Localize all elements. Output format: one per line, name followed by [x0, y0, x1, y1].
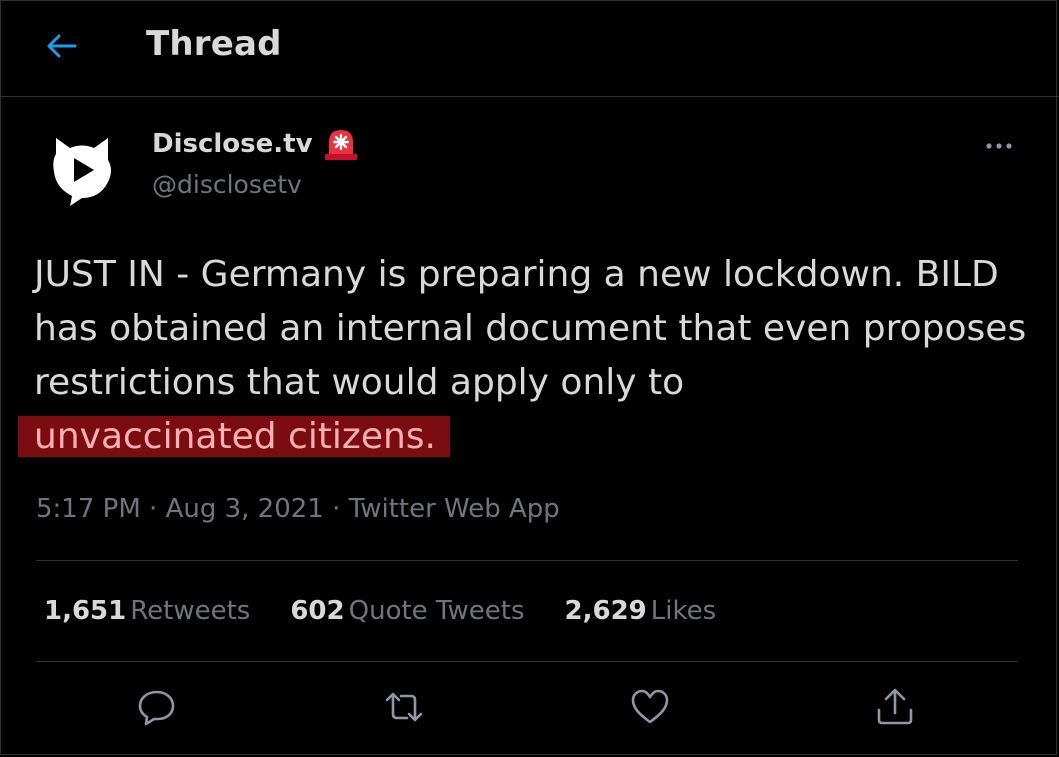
divider	[36, 661, 1018, 662]
likes-label: Likes	[650, 596, 717, 626]
author-name-row: Disclose.tv	[152, 126, 359, 162]
tweet-time[interactable]: 5:17 PM	[36, 494, 141, 524]
tweet-actions	[0, 686, 1059, 736]
likes-count: 2,629	[564, 596, 647, 626]
retweet-icon[interactable]	[383, 686, 425, 728]
like-icon[interactable]	[629, 686, 671, 728]
meta-separator: ·	[140, 494, 166, 524]
siren-emoji-icon	[324, 130, 357, 160]
page-title: Thread	[146, 24, 282, 64]
thread-header: Thread	[0, 0, 1059, 97]
tweet-date[interactable]: Aug 3, 2021	[166, 494, 324, 524]
retweets-count: 1,651	[44, 596, 127, 626]
arrow-left-icon[interactable]	[44, 28, 80, 64]
retweets-stat[interactable]: 1,651 Retweets	[44, 596, 250, 626]
reply-icon[interactable]	[136, 686, 178, 728]
more-options-icon[interactable]	[982, 134, 1016, 158]
tweet-meta: 5:17 PM · Aug 3, 2021 · Twitter Web App	[36, 494, 560, 524]
author-handle[interactable]: @disclosetv	[152, 170, 302, 199]
share-icon[interactable]	[874, 686, 916, 728]
tweet-text-main: JUST IN - Germany is preparing a new loc…	[34, 254, 1027, 403]
retweets-label: Retweets	[130, 596, 251, 626]
tweet-source[interactable]: Twitter Web App	[349, 494, 560, 524]
tweet-text-highlight: unvaccinated citizens.	[18, 416, 450, 457]
author-name[interactable]: Disclose.tv	[152, 129, 313, 159]
tweet-stats: 1,651 Retweets 602 Quote Tweets 2,629 Likes	[44, 596, 716, 626]
likes-stat[interactable]: 2,629 Likes	[565, 596, 717, 626]
avatar[interactable]	[44, 130, 120, 206]
meta-separator: ·	[323, 494, 349, 524]
tweet-text: JUST IN - Germany is preparing a new loc…	[18, 248, 1034, 464]
quote-tweets-count: 602	[290, 596, 345, 626]
divider	[36, 560, 1018, 561]
quote-tweets-label: Quote Tweets	[348, 596, 525, 626]
quote-tweets-stat[interactable]: 602 Quote Tweets	[290, 596, 524, 626]
